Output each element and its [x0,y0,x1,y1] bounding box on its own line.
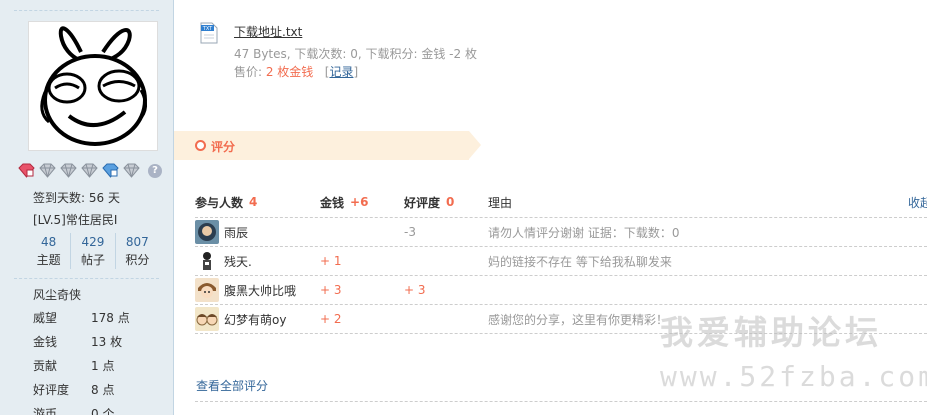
rater[interactable]: 雨辰 [195,218,320,246]
medal-red-icon[interactable] [18,163,35,178]
user-level[interactable]: [LV.5]常住居民I [33,211,117,228]
attr-value: 13 枚 [91,335,123,349]
stat-label: 积分 [125,253,150,267]
attr-key: 游币 [33,407,58,415]
stat-value: 48 [41,235,57,249]
divider [195,401,927,402]
user-avatar[interactable] [28,21,158,151]
attr-key: 贡献 [33,359,58,373]
attachment-link[interactable]: 下载地址.txt [234,23,302,40]
medal-diamond-icon[interactable] [60,163,77,178]
rater-avatar[interactable] [195,307,219,331]
rater-avatar[interactable] [195,220,219,244]
rating-money: + 3 [320,283,342,297]
rater-name[interactable]: 腹黑大帅比哦 [224,282,296,299]
rating-reason: 妈的链接不存在 等下给我私聊发来 [488,254,672,269]
attr-key: 威望 [33,311,58,325]
attr-value: 8 点 [91,383,115,397]
rating-money [320,218,404,246]
medal-diamond-icon[interactable] [81,163,98,178]
attr-goodrate: 好评度 8 点 [33,381,114,398]
header-participants: 参与人数 4 [195,187,320,217]
stat-topics[interactable]: 48 主题 [27,233,70,269]
rater-name[interactable]: 幻梦有萌oy [224,311,286,328]
medal-diamond-icon[interactable] [123,163,140,178]
sign-days: 签到天数: 56 天 [33,191,120,205]
attr-money: 金钱 13 枚 [33,333,122,350]
rating-circle-icon [195,140,206,151]
view-all-ratings-link[interactable]: 查看全部评分 [196,377,268,394]
rating-goodrate: -3 [404,225,416,239]
rating-goodrate: + 3 [404,283,426,297]
attr-key: 好评度 [33,383,70,397]
rating-row: 雨辰 -3 请勿人情评分谢谢 证据：下载数：0 [195,218,927,247]
divider [14,278,159,279]
goodrate-total: 0 [446,195,455,209]
stat-value: 429 [81,235,105,249]
rating-title: 评分 [211,140,236,154]
attr-prestige: 威望 178 点 [33,309,130,326]
medal-help-icon[interactable]: ? [148,164,162,178]
rater-name[interactable]: 雨辰 [224,224,248,241]
attachment-price: 售价: 2 枚金钱 [记录] [234,63,358,80]
rating-reason [488,276,888,304]
rating-table-header: 参与人数 4 金钱 +6 好评度 0 理由 收起 [195,187,927,218]
money-total: +6 [350,195,369,209]
stat-value: 807 [125,235,149,249]
rater-name[interactable]: 残天. [224,253,252,270]
rater[interactable]: 幻梦有萌oy [195,305,320,333]
watermark-title: 我爱辅助论坛 [660,313,882,352]
price-label: 售价: [234,65,266,79]
rater-avatar[interactable] [195,278,219,302]
stat-label: 主题 [36,253,61,267]
rating-money: + 2 [320,312,342,326]
medal-diamond-icon[interactable] [39,163,56,178]
stat-posts[interactable]: 429 帖子 [70,233,114,269]
header-goodrate: 好评度 0 [404,187,488,217]
attr-contribution: 贡献 1 点 [33,357,114,374]
stat-label: 帖子 [80,253,105,267]
stat-points[interactable]: 807 积分 [114,233,159,269]
header-label: 金钱 [320,195,345,210]
attr-coins: 游币 0 个 [33,405,114,415]
collapse-link[interactable]: 收起 [908,187,927,217]
header-money: 金钱 +6 [320,187,404,217]
rater[interactable]: 残天. [195,247,320,275]
rating-money: + 1 [320,254,342,268]
medal-list [18,163,140,178]
attachment-meta: 47 Bytes, 下载次数: 0, 下载积分: 金钱 -2 枚 [234,47,477,61]
user-profile-sidebar: ? 签到天数: 56 天 [LV.5]常住居民I 48 主题 429 帖子 80… [0,0,174,415]
rating-goodrate [404,247,488,275]
participants-count: 4 [249,195,258,209]
attr-value: 0 个 [91,407,115,415]
watermark-url: www.52fzba.com [660,360,927,393]
rater-avatar[interactable] [195,249,219,273]
file-type-label: TXT [202,26,213,32]
record-bracket: ] [353,65,359,79]
medal-blue-icon[interactable] [102,163,119,178]
header-reason: 理由 [488,195,513,210]
user-group: 风尘奇侠 [33,288,82,302]
header-label: 参与人数 [195,195,244,210]
divider [14,10,159,11]
user-stats: 48 主题 429 帖子 807 积分 [27,233,159,269]
attr-value: 1 点 [91,359,115,373]
attr-key: 金钱 [33,335,58,349]
rating-goodrate [404,305,488,333]
rating-row: 残天. + 1 妈的链接不存在 等下给我私聊发来 [195,247,927,276]
attr-value: 178 点 [91,311,130,325]
txt-file-icon: TXT [200,22,218,44]
rating-row: 腹黑大帅比哦 + 3 + 3 [195,276,927,305]
purchase-record-link[interactable]: 记录 [329,65,353,79]
header-label: 好评度 [404,195,441,210]
rater[interactable]: 腹黑大帅比哦 [195,276,320,304]
rating-reason: 请勿人情评分谢谢 证据：下载数：0 [488,225,680,240]
price-value: 2 枚金钱 [265,65,314,79]
